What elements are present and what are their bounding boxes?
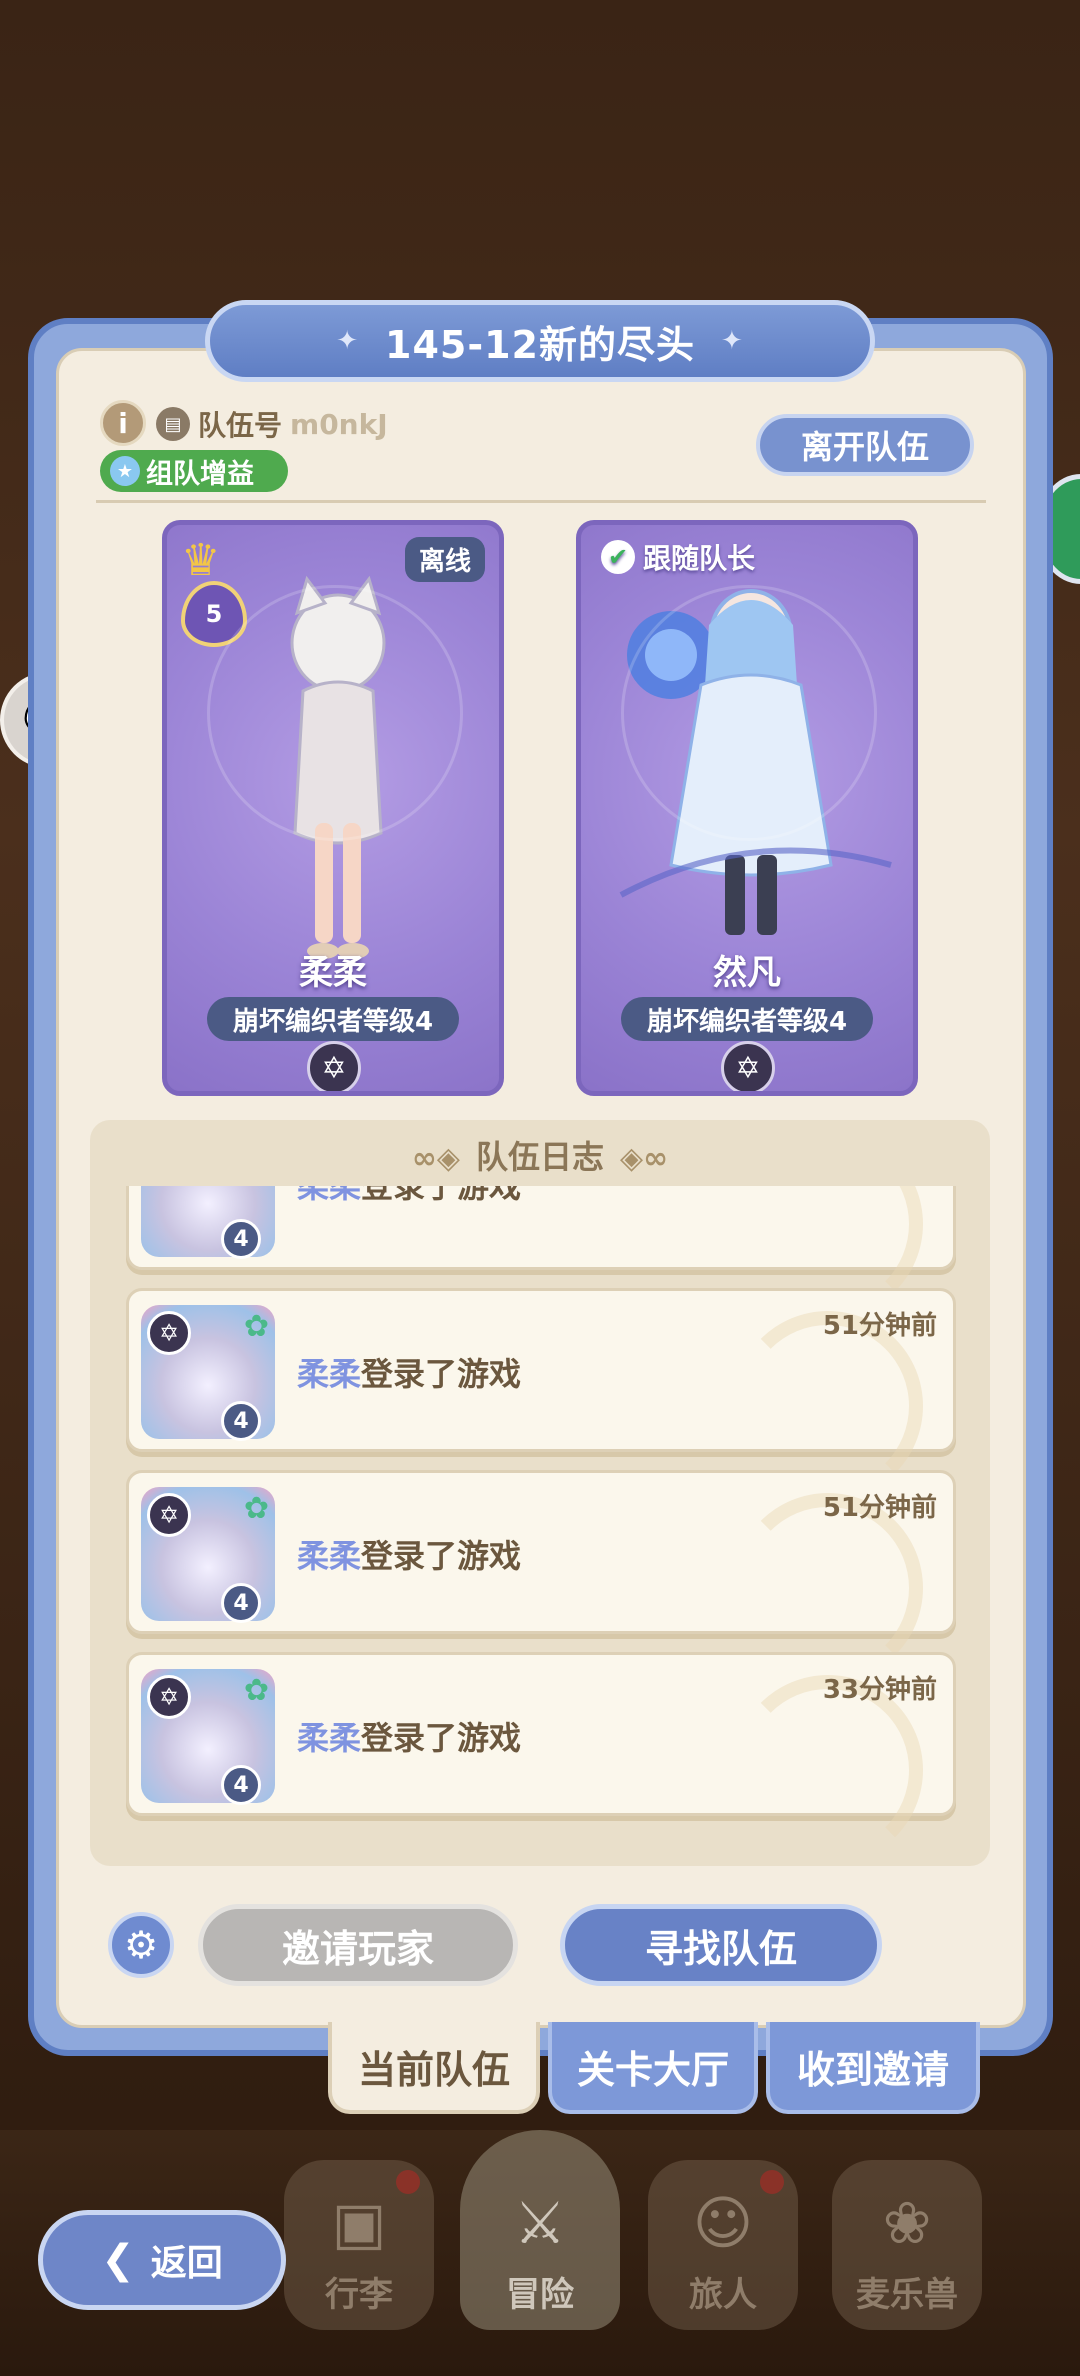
- member-card[interactable]: ♛ 5 离线 柔柔 崩坏编织者等级4 ✡: [162, 520, 504, 1096]
- nav-label: 冒险: [506, 2275, 574, 2315]
- palm-icon: ✿: [243, 1309, 269, 1344]
- log-timestamp: 51分钟前: [822, 1311, 937, 1341]
- log-entry: ✡ ✿ 4 柔柔登录了游戏: [126, 1186, 956, 1319]
- log-player-name: 柔柔: [297, 1537, 362, 1575]
- team-log: ∞◈队伍日志◈∞ ✡ ✿ 4 柔柔登录了游戏 ✡ ✿ 4 51分钟前 柔柔登录了…: [90, 1120, 990, 1866]
- palm-icon: ✿: [243, 1491, 269, 1526]
- back-label: 返回: [150, 2243, 223, 2284]
- document-icon: ▤: [156, 407, 190, 441]
- player-avatar: ✡ ✿ 4: [141, 1487, 275, 1623]
- log-action: 登录了游戏: [361, 1719, 522, 1757]
- nav-item-pets[interactable]: ❀ 麦乐兽: [832, 2160, 982, 2330]
- character-avatar: [619, 589, 892, 935]
- crossed-swords-icon: ⚔: [514, 2189, 566, 2257]
- ornament-right-icon: ◈∞: [620, 1141, 669, 1176]
- tab-current-team[interactable]: 当前队伍: [328, 2022, 540, 2114]
- notification-dot: [760, 2170, 784, 2194]
- team-number[interactable]: ▤ 队伍号 m0nkJ: [156, 404, 388, 444]
- player-avatar: ✡ ✿ 4: [141, 1186, 275, 1259]
- log-player-name: 柔柔: [297, 1186, 362, 1205]
- star-ornament-icon: ✦: [336, 326, 359, 356]
- level-badge: 4: [221, 1401, 261, 1441]
- nav-item-adventure[interactable]: ⚔ 冒险: [460, 2130, 620, 2330]
- member-rank: 崩坏编织者等级4: [207, 997, 459, 1041]
- member-card[interactable]: ✔ 跟随队长 然凡 崩坏编织者等级4 ✡: [576, 520, 918, 1096]
- member-rank: 崩坏编织者等级4: [621, 997, 873, 1041]
- team-title-banner: ✦ 145-12新的尽头 ✦: [205, 300, 875, 382]
- log-action: 登录了游戏: [361, 1186, 522, 1205]
- team-log-title-text: 队伍日志: [475, 1138, 604, 1176]
- nav-item-luggage[interactable]: ▣ 行李: [284, 2160, 434, 2330]
- log-player-name: 柔柔: [297, 1719, 362, 1757]
- nav-item-travelers[interactable]: ☺ 旅人: [648, 2160, 798, 2330]
- team-title: 145-12新的尽头: [385, 322, 695, 367]
- log-timestamp: 33分钟前: [822, 1675, 937, 1705]
- team-buff-label: 组队增益: [146, 458, 254, 490]
- heart-level-badge: 5: [181, 581, 247, 647]
- palm-icon: ✿: [243, 1673, 269, 1708]
- log-message: 柔柔登录了游戏: [297, 1349, 521, 1395]
- settings-gear-icon[interactable]: ⚙: [108, 1912, 174, 1978]
- notification-dot: [396, 2170, 420, 2194]
- log-message: 柔柔登录了游戏: [297, 1186, 521, 1207]
- rank-emblem-icon: ✡: [307, 1041, 361, 1091]
- player-avatar: ✡ ✿ 4: [141, 1305, 275, 1441]
- star-ornament-icon: ✦: [720, 326, 744, 356]
- rank-emblem-icon: ✡: [147, 1493, 191, 1537]
- rank-emblem-icon: ✡: [147, 1311, 191, 1355]
- player-avatar: ✡ ✿ 4: [141, 1669, 275, 1805]
- level-badge: 4: [221, 1765, 261, 1805]
- divider: [96, 500, 986, 503]
- member-name: 柔柔: [299, 953, 367, 993]
- person-icon: ☺: [692, 2189, 754, 2257]
- log-action: 登录了游戏: [361, 1355, 522, 1393]
- team-number-value: m0nkJ: [290, 407, 388, 441]
- tab-stage-lobby[interactable]: 关卡大厅: [548, 2022, 758, 2114]
- rank-emblem-icon: ✡: [721, 1041, 775, 1091]
- log-timestamp: 51分钟前: [822, 1493, 937, 1523]
- log-action: 登录了游戏: [361, 1537, 522, 1575]
- level-badge: 4: [221, 1583, 261, 1623]
- log-message: 柔柔登录了游戏: [297, 1531, 521, 1577]
- member-name: 然凡: [713, 953, 781, 993]
- ornament-left-icon: ∞◈: [411, 1141, 460, 1176]
- log-entry: ✡ ✿ 4 33分钟前 柔柔登录了游戏: [126, 1652, 956, 1846]
- find-team-button[interactable]: 寻找队伍: [560, 1904, 882, 1986]
- star-badge-icon: ★: [110, 456, 140, 486]
- log-message: 柔柔登录了游戏: [297, 1713, 521, 1759]
- back-button[interactable]: ❮ 返回: [38, 2210, 286, 2310]
- team-buff-button[interactable]: ★ 组队增益: [100, 450, 288, 492]
- log-entry: ✡ ✿ 4 51分钟前 柔柔登录了游戏: [126, 1288, 956, 1501]
- tab-received-invites[interactable]: 收到邀请: [766, 2022, 980, 2114]
- nav-label: 行李: [325, 2275, 393, 2315]
- nav-label: 旅人: [689, 2275, 757, 2315]
- log-player-name: 柔柔: [297, 1355, 362, 1393]
- leave-team-button[interactable]: 离开队伍: [756, 414, 974, 476]
- team-log-title: ∞◈ 队伍日志 ◈∞: [90, 1132, 990, 1178]
- pet-icon: ❀: [882, 2189, 932, 2257]
- info-icon[interactable]: i: [100, 400, 146, 446]
- back-arrow-icon: ❮: [101, 2237, 135, 2283]
- rank-emblem-icon: ✡: [147, 1675, 191, 1719]
- team-number-label: 队伍号: [198, 409, 283, 442]
- invite-player-button[interactable]: 邀请玩家: [198, 1904, 518, 1986]
- level-badge: 4: [221, 1219, 261, 1259]
- character-avatar: [290, 575, 386, 959]
- bag-icon: ▣: [331, 2189, 387, 2257]
- log-entry: ✡ ✿ 4 51分钟前 柔柔登录了游戏: [126, 1470, 956, 1683]
- offline-status-badge: 离线: [404, 537, 485, 582]
- nav-label: 麦乐兽: [856, 2275, 958, 2315]
- crown-icon: ♛: [181, 535, 221, 586]
- team-log-list[interactable]: ✡ ✿ 4 柔柔登录了游戏 ✡ ✿ 4 51分钟前 柔柔登录了游戏 ✡: [120, 1186, 960, 1846]
